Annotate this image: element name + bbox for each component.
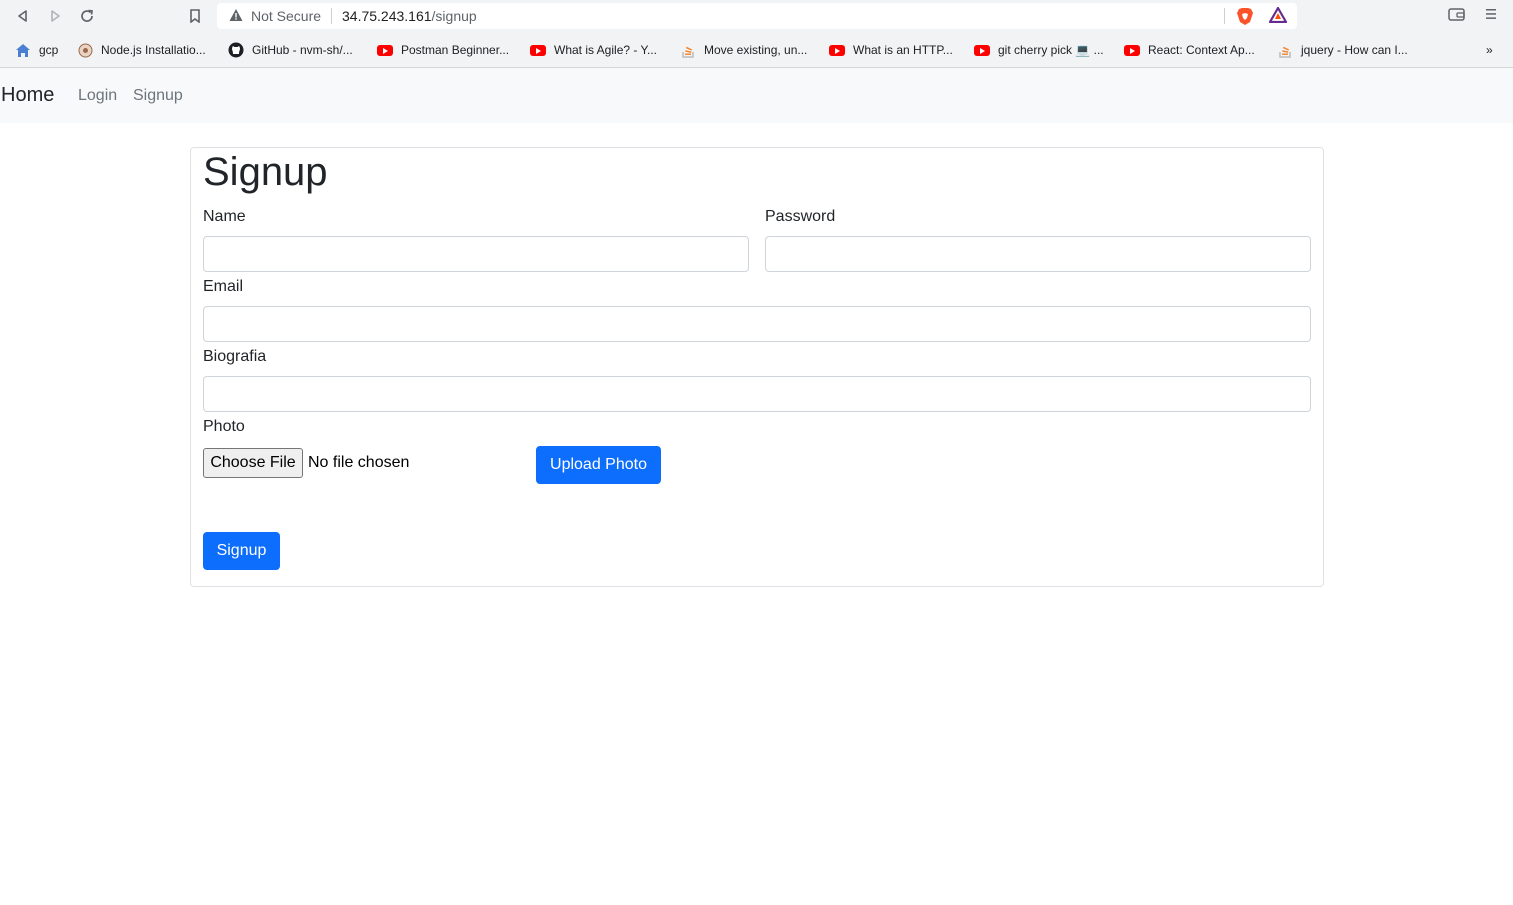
nav-link-signup[interactable]: Signup (133, 87, 183, 105)
omnibox-divider (331, 8, 332, 24)
password-label: Password (765, 208, 836, 225)
bookmarks-bar: gcp Node.js Installatio... GitHub - nvm-… (0, 37, 1513, 63)
brave-shields-icon[interactable] (1236, 7, 1254, 31)
bio-label: Biografia (203, 348, 267, 365)
signup-submit-button[interactable]: Signup (203, 532, 280, 570)
page-title: Signup (203, 150, 328, 194)
browser-toolbar: Not Secure 34.75.243.161/signup (0, 0, 1513, 33)
bookmark-item[interactable]: What is an HTTP... (829, 40, 953, 60)
youtube-icon (1124, 42, 1140, 58)
reload-icon[interactable] (77, 6, 97, 26)
bookmark-label: GitHub - nvm-sh/... (252, 43, 353, 57)
bookmark-icon[interactable] (185, 6, 205, 26)
nodejs-icon (77, 42, 93, 58)
bookmark-item[interactable]: Node.js Installatio... (77, 40, 206, 60)
security-label[interactable]: Not Secure (251, 8, 321, 24)
bookmark-label: React: Context Ap... (1148, 43, 1255, 57)
url-text[interactable]: 34.75.243.161/signup (342, 8, 477, 24)
bookmark-label: Postman Beginner... (401, 43, 510, 57)
stackoverflow-icon (680, 42, 696, 58)
name-input[interactable] (203, 236, 749, 272)
file-status-text: No file chosen (308, 454, 410, 471)
signup-card: Signup Name Password Email Biografia Pho… (190, 147, 1324, 587)
address-bar[interactable]: Not Secure 34.75.243.161/signup (217, 3, 1297, 29)
back-icon[interactable] (13, 6, 33, 26)
forward-icon[interactable] (45, 6, 65, 26)
url-path: /signup (431, 8, 477, 24)
name-label: Name (203, 208, 246, 225)
youtube-icon (829, 42, 845, 58)
email-input[interactable] (203, 306, 1311, 342)
bookmark-label: jquery - How can I... (1301, 43, 1408, 57)
bookmark-label: git cherry pick 💻 ... (998, 43, 1104, 57)
email-label: Email (203, 278, 244, 295)
warning-icon (229, 8, 243, 27)
github-icon (228, 42, 244, 58)
home-icon (15, 42, 31, 58)
brave-rewards-icon[interactable] (1268, 6, 1288, 28)
bookmark-item[interactable]: jquery - How can I... (1277, 40, 1408, 60)
nav-link-login[interactable]: Login (78, 87, 117, 105)
omnibox-divider-right (1224, 8, 1225, 24)
password-input[interactable] (765, 236, 1311, 272)
youtube-icon (530, 42, 546, 58)
photo-label: Photo (203, 418, 245, 435)
bookmark-item[interactable]: gcp (15, 40, 58, 60)
bookmark-item[interactable]: GitHub - nvm-sh/... (228, 40, 353, 60)
bookmark-label: Node.js Installatio... (101, 43, 206, 57)
youtube-icon (377, 42, 393, 58)
browser-chrome: Not Secure 34.75.243.161/signup gcp Node… (0, 0, 1513, 68)
bookmark-label: gcp (39, 43, 59, 57)
site-navbar: Home Login Signup (0, 68, 1513, 123)
bookmark-label: What is Agile? - Y... (554, 43, 657, 57)
url-host: 34.75.243.161 (342, 8, 432, 24)
bookmark-label: Move existing, un... (704, 43, 808, 57)
wallet-icon[interactable] (1448, 7, 1465, 24)
choose-file-button[interactable]: Choose File (203, 448, 303, 478)
navbar-brand-home[interactable]: Home (1, 84, 54, 107)
bookmark-item[interactable]: React: Context Ap... (1124, 40, 1255, 60)
youtube-icon (974, 42, 990, 58)
bookmark-item[interactable]: Postman Beginner... (377, 40, 509, 60)
bookmark-label: What is an HTTP... (853, 43, 953, 57)
menu-icon[interactable] (1485, 7, 1497, 24)
bio-input[interactable] (203, 376, 1311, 412)
bookmark-item[interactable]: git cherry pick 💻 ... (974, 40, 1104, 60)
bookmark-item[interactable]: What is Agile? - Y... (530, 40, 657, 60)
bookmarks-more-button[interactable]: » (1486, 40, 1493, 60)
upload-photo-button[interactable]: Upload Photo (536, 446, 661, 484)
bookmark-item[interactable]: Move existing, un... (680, 40, 807, 60)
stackoverflow-icon (1277, 42, 1293, 58)
